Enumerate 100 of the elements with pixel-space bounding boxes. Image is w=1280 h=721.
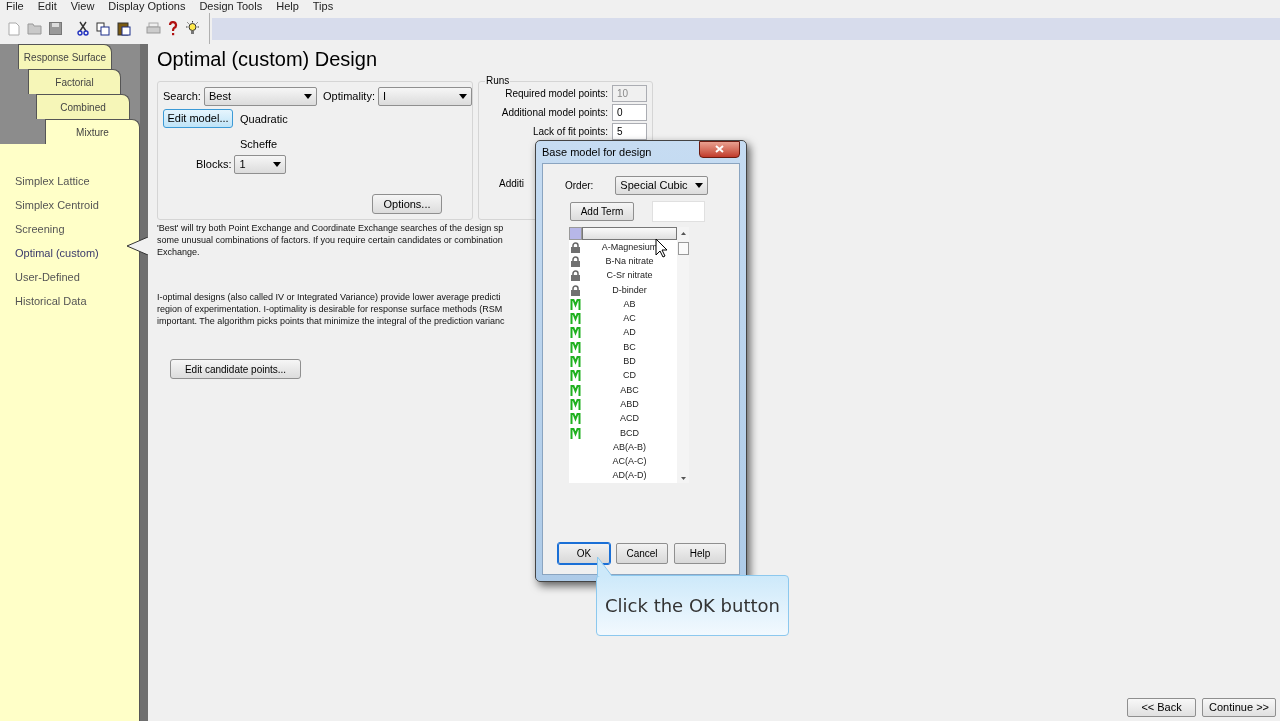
term-item[interactable]: CD — [582, 371, 677, 381]
term-item[interactable]: AC — [582, 314, 677, 324]
model-term-icon — [570, 356, 581, 367]
edit-candidate-points-button[interactable]: Edit candidate points... — [170, 359, 301, 379]
cut-icon[interactable] — [77, 21, 89, 36]
paste-icon[interactable] — [117, 21, 131, 36]
lightbulb-icon[interactable] — [185, 21, 200, 36]
term-item[interactable]: D-binder — [582, 285, 677, 295]
scroll-down-icon[interactable] — [680, 477, 686, 481]
close-icon — [715, 145, 724, 153]
edit-model-button[interactable]: Edit model... — [163, 109, 233, 128]
caret-icon — [695, 183, 704, 188]
field-label: Required model points: — [505, 87, 608, 100]
page-title: Optimal (custom) Design — [157, 47, 379, 71]
design-type-item[interactable]: User-Defined — [15, 271, 80, 283]
optimality-label: Optimality: — [323, 89, 375, 105]
description-line: I-optimal designs (also called IV or Integrated Variance) provide lower average predicti — [157, 291, 501, 303]
add-term-button[interactable]: Add Term — [570, 202, 634, 221]
design-type-item[interactable]: Historical Data — [15, 295, 87, 307]
tab[interactable]: Combined — [36, 94, 130, 119]
design-type-item[interactable]: Optimal (custom) — [15, 247, 99, 259]
dialog-button[interactable]: Cancel — [616, 543, 668, 564]
menu-item[interactable]: View — [70, 1, 95, 12]
term-item[interactable]: ABC — [582, 385, 677, 395]
blocks-dropdown[interactable]: 1 — [234, 155, 287, 174]
search-label: Search: — [163, 89, 201, 105]
model-term-icon — [570, 313, 581, 325]
save-icon[interactable] — [49, 22, 62, 35]
copy-icon[interactable] — [96, 21, 110, 36]
lock-icon — [570, 241, 581, 253]
model-term-icon — [570, 413, 581, 425]
model-term-icon — [570, 341, 581, 353]
model-term-icon — [570, 298, 581, 310]
help-icon[interactable] — [168, 21, 178, 36]
design-type-item[interactable]: Screening — [15, 223, 65, 235]
field-label: Additi — [499, 177, 524, 190]
dialog-button[interactable]: OK — [558, 543, 610, 564]
field-label: Lack of fit points: — [532, 125, 608, 138]
nav-button[interactable]: << Back — [1127, 698, 1197, 717]
mouse-pointer-icon — [655, 238, 668, 258]
tab[interactable]: Mixture — [45, 119, 140, 144]
instruction-callout: Click the OK button — [596, 575, 789, 636]
design-type-item[interactable]: Simplex Centroid — [15, 199, 99, 211]
scroll-thumb[interactable] — [677, 242, 689, 255]
model-term-icon — [570, 427, 581, 439]
model-type-text: Scheffe — [240, 136, 279, 152]
nav-button[interactable]: Continue >> — [1202, 698, 1276, 717]
menu-item[interactable]: Display Options — [108, 1, 186, 12]
caret-icon — [273, 162, 282, 167]
description-line: important. The algorithm picks points that minimize the integral of the prediction varianc — [157, 315, 505, 327]
term-item[interactable]: AC(A-C) — [582, 457, 677, 467]
description-line: some unusual combinations of factors. If you require certain candidates or combination — [157, 234, 503, 246]
term-item[interactable]: C-Sr nitrate — [582, 271, 677, 281]
caret-icon — [459, 94, 467, 99]
term-item[interactable]: AB(A-B) — [582, 442, 677, 452]
term-item[interactable]: AD — [582, 328, 677, 338]
model-term-icon — [570, 327, 581, 339]
caret-icon — [304, 94, 312, 99]
selection-pointer-icon — [126, 237, 148, 255]
model-term-icon — [570, 398, 581, 410]
term-item[interactable]: BCD — [582, 428, 677, 438]
close-button[interactable] — [699, 140, 740, 158]
term-item[interactable]: ABD — [582, 399, 677, 409]
scrollbar[interactable] — [677, 227, 689, 484]
term-item[interactable]: AB — [582, 299, 677, 309]
description-line: 'Best' will try both Point Exchange and Coordinate Exchange searches of the design sp — [157, 222, 504, 234]
dialog-title: Base model for design — [542, 144, 652, 160]
dialog-button[interactable]: Help — [674, 543, 726, 564]
term-input-field[interactable] — [652, 201, 705, 222]
term-item[interactable]: AD(A-D) — [582, 471, 677, 481]
term-item[interactable]: BD — [582, 357, 677, 366]
field-label: Additional model points: — [501, 106, 608, 119]
search-dropdown[interactable]: Best — [203, 87, 317, 106]
blocks-label: Blocks: — [196, 157, 232, 173]
callout-pointer-icon — [597, 557, 613, 576]
order-dropdown[interactable]: Special Cubic — [615, 176, 709, 195]
term-item[interactable]: ACD — [582, 414, 677, 424]
menu-item[interactable]: Help — [276, 1, 299, 12]
term-item[interactable]: BC — [582, 342, 677, 352]
model-term-icon — [570, 370, 581, 382]
menu-item[interactable]: Design Tools — [199, 1, 263, 12]
tab[interactable]: Response Surface — [18, 44, 112, 69]
menu-item[interactable]: File — [6, 1, 24, 12]
menu-item[interactable]: Edit — [37, 1, 57, 12]
scroll-up-icon[interactable] — [680, 232, 686, 235]
lock-icon — [570, 270, 581, 282]
model-term-icon — [570, 384, 581, 396]
term-item[interactable]: B-Na nitrate — [582, 256, 677, 266]
optimality-dropdown[interactable]: I — [378, 87, 472, 106]
description-line: Exchange. — [157, 246, 200, 258]
menu-item[interactable]: Tips — [312, 1, 334, 12]
order-label: Order: — [565, 179, 594, 193]
runs-title: Runs — [485, 75, 511, 87]
number-field[interactable]: 0 — [612, 104, 647, 121]
design-type-item[interactable]: Simplex Lattice — [15, 175, 90, 187]
number-field[interactable]: 5 — [612, 123, 647, 140]
description-line: region of experimentation. I-optimality is desirable for response surface methods (RSM — [157, 303, 503, 315]
tab[interactable]: Factorial — [28, 69, 121, 94]
options-button[interactable]: Options... — [372, 194, 442, 214]
model-order-text: Quadratic — [240, 112, 288, 127]
